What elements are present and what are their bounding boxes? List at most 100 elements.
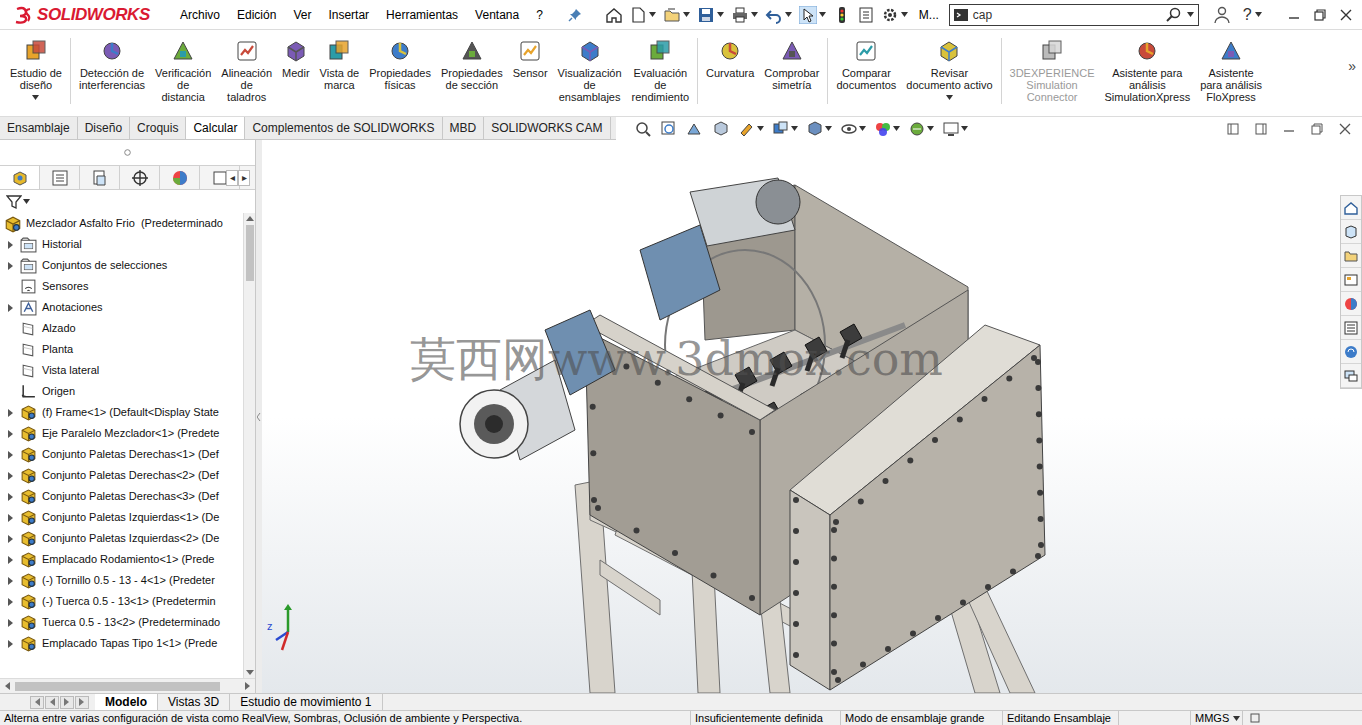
bottom-tab[interactable]: Modelo	[95, 694, 158, 710]
tree-item[interactable]: Emplacado Rodamiento<1> (Prede	[0, 549, 243, 570]
panel-tab[interactable]	[40, 166, 80, 189]
dropdown-caret-icon[interactable]	[927, 126, 934, 131]
task-pane-tab[interactable]	[1341, 340, 1361, 364]
tree-item[interactable]: Conjunto Paletas Izquierdas<2> (De	[0, 528, 243, 549]
dropdown-caret-icon[interactable]	[1232, 715, 1240, 721]
ribbon-tool-icon[interactable]	[326, 38, 352, 64]
tree-item-label[interactable]: Conjunto Paletas Derechas<1> (Def	[40, 446, 219, 463]
ribbon-button[interactable]: Detección de interferencias	[77, 38, 147, 91]
heads-up-button[interactable]	[874, 120, 900, 138]
tree-vertical-scrollbar[interactable]	[243, 213, 255, 678]
heads-up-button[interactable]	[712, 120, 730, 138]
dynamic-annotation-icon[interactable]	[738, 120, 756, 138]
ribbon-tool-icon[interactable]	[779, 38, 805, 64]
quick-access-button[interactable]	[697, 6, 725, 24]
quick-access-button[interactable]	[857, 6, 875, 24]
view-palette-icon[interactable]	[1343, 272, 1359, 288]
ribbon-tool-icon[interactable]	[1218, 38, 1244, 64]
tree-item-label[interactable]: Tuerca 0.5 - 13<2> (Predeterminado	[40, 614, 220, 631]
undo-icon[interactable]	[765, 6, 783, 24]
ribbon-label[interactable]: Visualización de ensamblajes	[558, 67, 622, 103]
dropdown-caret-icon[interactable]	[961, 126, 968, 131]
scroll-right-icon[interactable]	[243, 681, 253, 691]
tree-item-label[interactable]: Conjuntos de selecciones	[40, 257, 167, 274]
menu-item[interactable]: Herramientas	[384, 4, 460, 26]
quick-access-button[interactable]	[605, 6, 623, 24]
splitter-handle-icon[interactable]	[257, 411, 262, 423]
expand-arrow-icon[interactable]	[6, 450, 16, 460]
task-pane-tab[interactable]	[1341, 220, 1361, 244]
ribbon-tool-icon[interactable]	[1134, 38, 1160, 64]
ribbon-button[interactable]: Propiedades de sección	[439, 38, 505, 91]
ribbon-label[interactable]: Verificación de distancia	[155, 67, 211, 103]
dropdown-caret-icon[interactable]	[751, 12, 759, 18]
expand-arrow-icon[interactable]	[6, 576, 16, 586]
command-tab[interactable]: MBD	[443, 117, 485, 139]
ribbon-label[interactable]: Comprobar simetría	[764, 67, 819, 91]
tree-item[interactable]: Conjunto Paletas Derechas<1> (Def	[0, 444, 243, 465]
viewport-minimize-icon[interactable]	[1282, 122, 1296, 136]
dropdown-caret-icon[interactable]	[683, 12, 691, 18]
ribbon-label[interactable]: Detección de interferencias	[79, 67, 145, 91]
bottom-tab[interactable]: Estudio de movimiento 1	[230, 694, 382, 710]
file-properties-icon[interactable]	[857, 6, 875, 24]
heads-up-button[interactable]	[738, 120, 764, 138]
quick-access-button[interactable]	[629, 6, 657, 24]
tree-item-label[interactable]: (-) Tuerca 0.5 - 13<1> (Predetermin	[40, 593, 216, 610]
task-pane-tab[interactable]	[1341, 364, 1361, 388]
traffic-light-icon[interactable]	[833, 6, 851, 24]
configuration-manager-icon[interactable]	[91, 169, 109, 187]
ribbon-button[interactable]: Comprobar simetría	[762, 38, 821, 91]
ribbon-button[interactable]: Estudio de diseño	[8, 38, 64, 100]
ribbon-button[interactable]: Medir	[280, 38, 312, 79]
dropdown-caret-icon[interactable]	[819, 12, 827, 18]
command-search[interactable]: cap	[949, 4, 1199, 26]
dropdown-caret-icon[interactable]	[32, 94, 40, 100]
expand-arrow-icon[interactable]	[6, 492, 16, 502]
scrollbar-thumb[interactable]	[246, 225, 254, 281]
tree-item[interactable]: (-) Tuerca 0.5 - 13<1> (Predetermin	[0, 591, 243, 612]
tree-item-label[interactable]: Conjunto Paletas Derechas<2> (Def	[40, 467, 219, 484]
ribbon-button[interactable]: Propiedades físicas	[367, 38, 433, 91]
tree-item-label[interactable]: Emplacado Tapas Tipo 1<1> (Prede	[40, 635, 217, 652]
mixer-model-icon[interactable]	[262, 140, 1362, 693]
ribbon-tool-icon[interactable]	[936, 38, 962, 64]
expand-arrow-icon[interactable]	[6, 408, 16, 418]
property-manager-icon[interactable]	[51, 169, 69, 187]
tree-item[interactable]: Eje Paralelo Mezclador<1> (Predete	[0, 423, 243, 444]
open-icon[interactable]	[663, 6, 681, 24]
ribbon-tool-icon[interactable]	[717, 38, 743, 64]
command-tab[interactable]: Croquis	[130, 117, 186, 139]
dropdown-caret-icon[interactable]	[23, 199, 30, 204]
quick-access-button[interactable]	[663, 6, 691, 24]
expand-arrow-icon[interactable]	[6, 555, 16, 565]
ribbon-button[interactable]: Asistente para análisis SimulationXpress	[1103, 38, 1193, 103]
expand-arrow-icon[interactable]	[6, 303, 16, 313]
expand-arrow-icon[interactable]	[6, 597, 16, 607]
ribbon-label[interactable]: Asistente para análisis SimulationXpress	[1105, 67, 1191, 103]
custom-properties-icon[interactable]	[1343, 320, 1359, 336]
ribbon-button[interactable]: Comparar documentos	[834, 38, 898, 91]
panel-tab-scroll-button[interactable]: ◂	[226, 170, 238, 186]
dropdown-caret-icon[interactable]	[1187, 12, 1195, 18]
first-tab-icon[interactable]	[33, 698, 41, 706]
ribbon-tool-icon[interactable]	[283, 38, 309, 64]
panel-tab[interactable]	[160, 166, 200, 189]
tree-filter-button[interactable]	[6, 194, 30, 210]
close-icon[interactable]	[1339, 8, 1353, 22]
tree-item[interactable]: Conjunto Paletas Izquierdas<1> (De	[0, 507, 243, 528]
ribbon-tool-icon[interactable]	[517, 38, 543, 64]
ribbon-tool-icon[interactable]	[853, 38, 879, 64]
viewport-restore-icon[interactable]	[1310, 122, 1324, 136]
panel-tab-scroll-button[interactable]: ▸	[238, 170, 250, 186]
scrollbar-thumb[interactable]	[15, 682, 220, 691]
tree-item-label[interactable]: (-) Tornillo 0.5 - 13 - 4<1> (Predeter	[40, 572, 215, 589]
minimize-icon[interactable]	[1287, 8, 1301, 22]
restore-icon[interactable]	[1313, 8, 1327, 22]
dropdown-caret-icon[interactable]	[717, 12, 725, 18]
menu-item[interactable]: Ventana	[473, 4, 521, 26]
ribbon-tool-icon[interactable]	[23, 38, 49, 64]
tree-item[interactable]: Tuerca 0.5 - 13<2> (Predeterminado	[0, 612, 243, 633]
tree-item[interactable]: Conjunto Paletas Derechas<2> (Def	[0, 465, 243, 486]
heads-up-button[interactable]	[772, 120, 798, 138]
